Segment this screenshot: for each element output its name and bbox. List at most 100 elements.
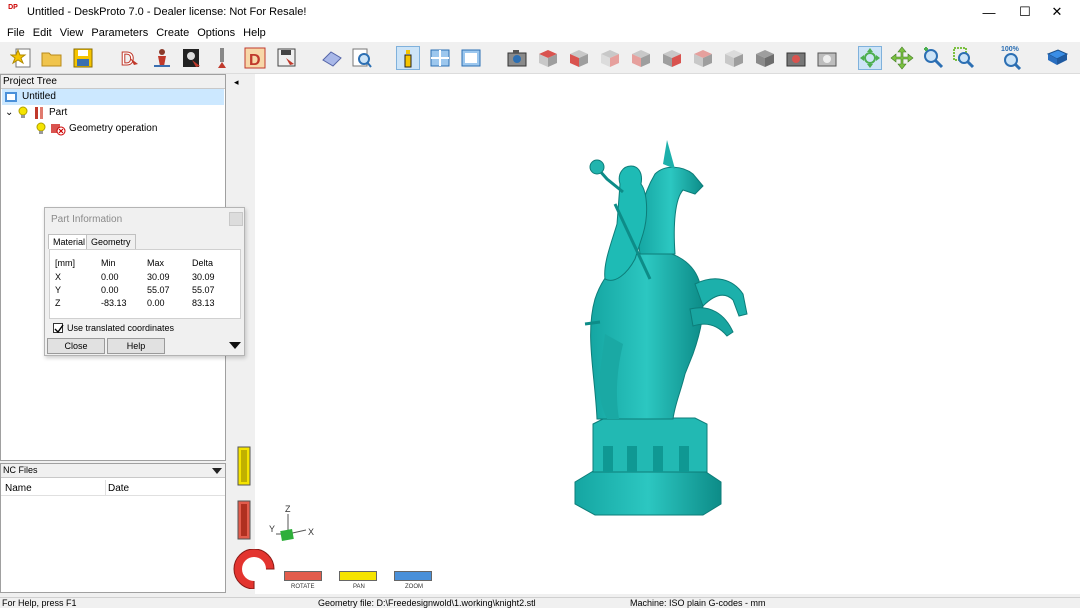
close-button[interactable]: ✕ bbox=[1034, 0, 1080, 24]
nc-files-title: NC Files bbox=[3, 465, 38, 475]
pan-label: PAN bbox=[353, 584, 365, 590]
rotate-dial-icon[interactable] bbox=[232, 549, 276, 589]
cube-left-icon bbox=[632, 50, 650, 67]
translated-coords-checkbox[interactable] bbox=[53, 323, 64, 334]
rotate-arrows-icon bbox=[860, 48, 880, 68]
table-cell: Y bbox=[55, 285, 62, 295]
bitmap-icon bbox=[183, 49, 200, 67]
tree-item-part[interactable]: ⌄ Part bbox=[5, 105, 67, 121]
dropdown-arrow-icon[interactable] bbox=[212, 467, 222, 475]
menu-options[interactable]: Options bbox=[193, 27, 239, 39]
part-button[interactable] bbox=[150, 46, 174, 70]
save-button[interactable] bbox=[71, 46, 95, 70]
menu-create[interactable]: Create bbox=[152, 27, 193, 39]
cube-gray-icon bbox=[725, 50, 743, 67]
nc-files-header[interactable]: NC Files bbox=[1, 464, 225, 478]
render-button[interactable] bbox=[784, 46, 808, 70]
svg-text:D: D bbox=[249, 52, 261, 69]
rotate-mode-button[interactable] bbox=[858, 46, 882, 70]
expand-dialog-icon[interactable] bbox=[229, 342, 241, 350]
collapse-panel-icon[interactable]: ◂ bbox=[234, 77, 239, 88]
svg-text:D: D bbox=[121, 49, 134, 69]
checkmark-icon bbox=[54, 324, 64, 334]
view-top-button[interactable] bbox=[691, 46, 715, 70]
table-cell: 0.00 bbox=[101, 272, 119, 282]
menu-bar: File Edit View Parameters Create Options… bbox=[0, 24, 1080, 42]
d-box-icon: D bbox=[244, 47, 266, 69]
help-dialog-button[interactable]: Help bbox=[107, 338, 165, 354]
view-front-button[interactable] bbox=[567, 46, 591, 70]
tab-material[interactable]: Material bbox=[48, 234, 91, 249]
column-date[interactable]: Date bbox=[108, 483, 129, 494]
view-settings-button[interactable] bbox=[459, 46, 483, 70]
tree-item-geometry-operation[interactable]: Geometry operation bbox=[35, 121, 157, 137]
tab-geometry[interactable]: Geometry bbox=[86, 234, 136, 249]
part-figure-icon bbox=[154, 49, 170, 67]
header-min: Min bbox=[101, 258, 116, 268]
column-name[interactable]: Name bbox=[5, 483, 32, 494]
zoom-window-button[interactable] bbox=[952, 46, 976, 70]
bitmap-button[interactable] bbox=[180, 46, 204, 70]
window-view-icon bbox=[461, 49, 481, 67]
view-right-button[interactable] bbox=[660, 46, 684, 70]
view-iso-button[interactable] bbox=[536, 46, 560, 70]
import-d-icon: D bbox=[121, 49, 138, 70]
help-book-button[interactable] bbox=[1045, 46, 1069, 70]
axis-y-label: Y bbox=[269, 524, 276, 534]
table-cell: -83.13 bbox=[101, 298, 127, 308]
close-dialog-button[interactable]: Close bbox=[47, 338, 105, 354]
create-d-button[interactable]: D bbox=[243, 46, 267, 70]
red-slider-icon[interactable] bbox=[237, 500, 251, 540]
expand-icon[interactable]: ⌄ bbox=[5, 105, 17, 121]
table-cell: 55.07 bbox=[192, 285, 215, 295]
nc-files-panel: NC Files Name Date bbox=[0, 463, 226, 593]
new-project-button[interactable] bbox=[9, 46, 34, 70]
yellow-slider-icon[interactable] bbox=[237, 446, 251, 486]
column-divider bbox=[105, 480, 106, 496]
tree-item-untitled[interactable]: Untitled bbox=[2, 89, 224, 105]
render-settings-button[interactable] bbox=[815, 46, 839, 70]
toolbar: D D 100% bbox=[0, 42, 1080, 74]
part-info-button[interactable] bbox=[396, 46, 420, 70]
table-cell: Z bbox=[55, 298, 61, 308]
axis-x-label: X bbox=[308, 527, 315, 537]
menu-help[interactable]: Help bbox=[239, 27, 270, 39]
view-left-button[interactable] bbox=[629, 46, 653, 70]
dialog-close-icon[interactable] bbox=[229, 212, 243, 226]
import-geometry-button[interactable]: D bbox=[118, 46, 142, 70]
axis-z-label: Z bbox=[285, 504, 291, 514]
pan-mode-indicator[interactable] bbox=[339, 571, 377, 581]
lightbulb-icon[interactable] bbox=[17, 106, 29, 120]
show-all-button[interactable] bbox=[320, 46, 344, 70]
view-back-button[interactable] bbox=[598, 46, 622, 70]
zoom-100-button[interactable]: 100% bbox=[999, 46, 1027, 71]
open-button[interactable] bbox=[40, 46, 64, 70]
window-split-icon bbox=[430, 49, 450, 67]
camera-icon bbox=[507, 50, 527, 67]
tool-button[interactable] bbox=[212, 46, 236, 70]
menu-view[interactable]: View bbox=[56, 27, 88, 39]
project-icon bbox=[5, 92, 17, 102]
menu-parameters[interactable]: Parameters bbox=[87, 27, 152, 39]
part-icon bbox=[35, 107, 43, 119]
part-information-dialog: Part Information Material Geometry [mm] … bbox=[44, 207, 245, 356]
zoom-mode-button[interactable] bbox=[921, 46, 945, 70]
zoom-part-button[interactable] bbox=[350, 46, 374, 70]
zoom-100-label: 100% bbox=[1001, 46, 1019, 53]
view-other-button[interactable] bbox=[753, 46, 777, 70]
table-cell: 30.09 bbox=[192, 272, 215, 282]
cube-top-icon bbox=[694, 50, 712, 67]
split-view-button[interactable] bbox=[428, 46, 452, 70]
zoom-mode-indicator[interactable] bbox=[394, 571, 432, 581]
menu-edit[interactable]: Edit bbox=[29, 27, 56, 39]
pan-mode-button[interactable] bbox=[890, 46, 914, 70]
lightbulb-icon[interactable] bbox=[35, 122, 47, 136]
project-tree-header: Project Tree bbox=[1, 75, 225, 89]
camera-button[interactable] bbox=[505, 46, 529, 70]
3d-viewport[interactable]: Z Y X bbox=[255, 74, 1080, 594]
rotate-mode-indicator[interactable] bbox=[284, 571, 322, 581]
status-bar: For Help, press F1 Geometry file: D:\Fre… bbox=[0, 597, 1080, 608]
view-bottom-button[interactable] bbox=[722, 46, 746, 70]
export-button[interactable] bbox=[274, 46, 298, 70]
menu-file[interactable]: File bbox=[3, 27, 29, 39]
